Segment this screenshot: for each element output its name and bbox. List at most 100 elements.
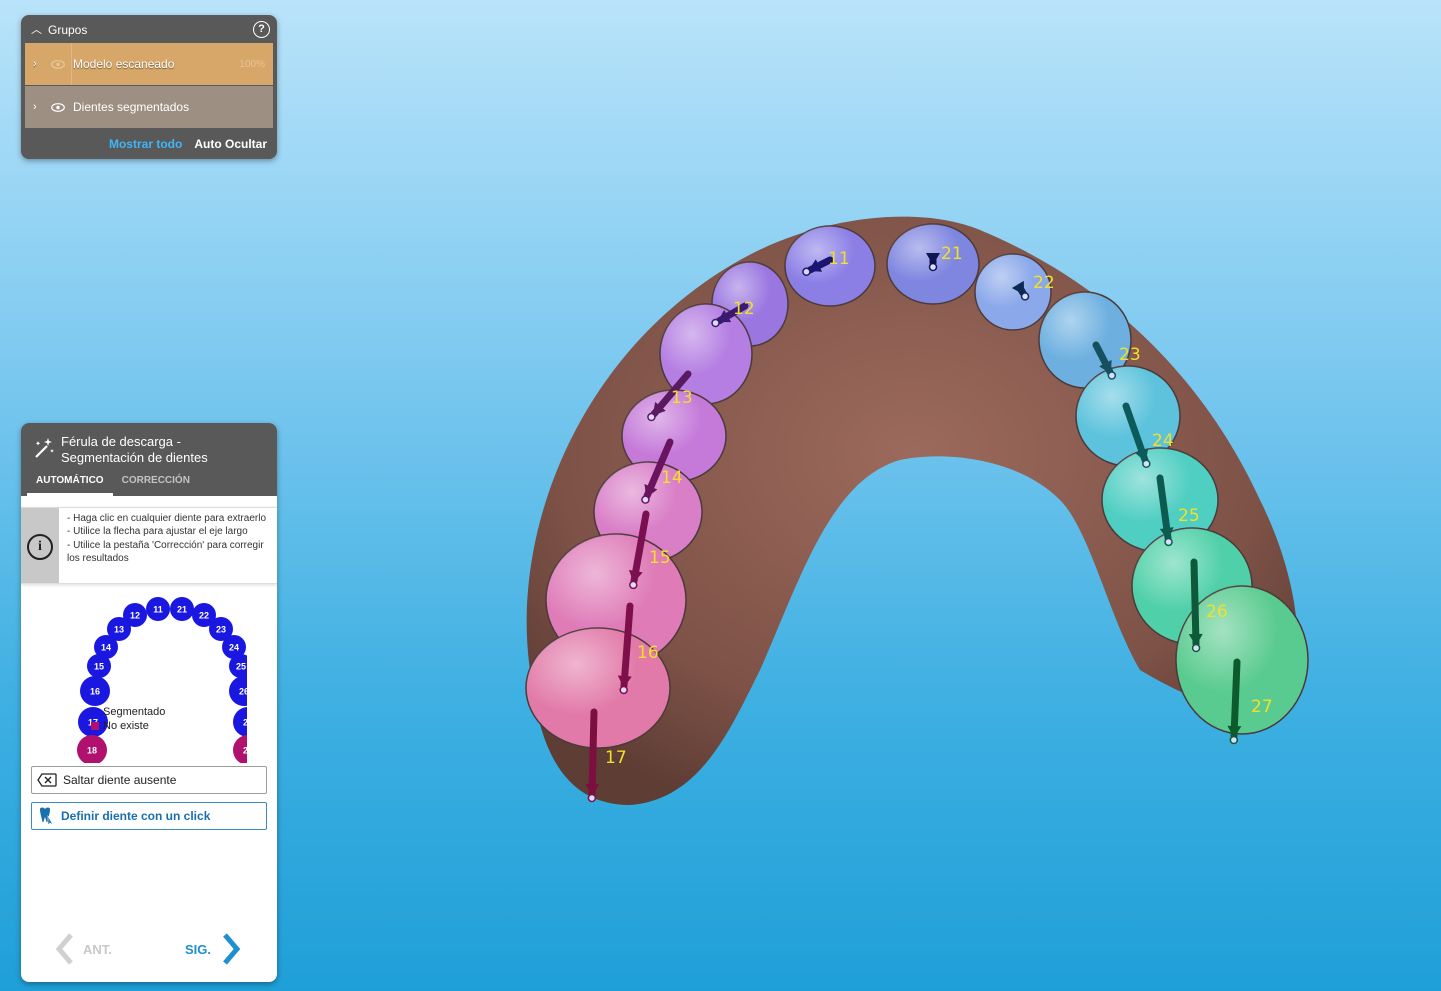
chart-tooth-21[interactable]: 21 [170, 597, 194, 621]
tooth-number-label: 25 [1178, 506, 1200, 526]
legend-label: Segmentado [103, 706, 166, 718]
chart-tooth-number: 23 [216, 624, 226, 634]
axis-handle[interactable] [587, 793, 597, 803]
chevron-up-icon[interactable]: ︿ [31, 21, 42, 37]
chart-tooth-number: 22 [199, 610, 209, 620]
info-line: - Utilice la pestaña 'Corrección' para c… [67, 539, 264, 564]
panel-title-line2: Segmentación de dientes [61, 450, 208, 465]
legend-label: No existe [103, 720, 149, 732]
chart-tooth-number: 26 [239, 686, 247, 696]
axis-handle[interactable] [802, 267, 811, 277]
chart-tooth-number: 11 [153, 604, 163, 614]
tooth-number-label: 27 [1251, 697, 1273, 717]
group-row-segmented-teeth[interactable]: › Dientes segmentados [25, 86, 273, 128]
chart-tooth-28[interactable]: 28 [233, 735, 247, 763]
axis-handle[interactable] [1020, 292, 1030, 301]
tooth-number-label: 24 [1152, 431, 1174, 451]
groups-header[interactable]: ︿ Grupos [21, 15, 277, 45]
chart-tooth-26[interactable]: 26 [229, 676, 247, 706]
legend-swatch-segmented [91, 708, 99, 716]
chart-tooth-number: 24 [229, 642, 239, 652]
groups-title: Grupos [48, 23, 88, 37]
chart-tooth-15[interactable]: 15 [87, 654, 111, 678]
chart-tooth-number: 25 [236, 661, 246, 671]
tooth-number-label: 23 [1119, 345, 1141, 365]
axis-handle[interactable] [1191, 643, 1201, 653]
chart-tooth-number: 12 [130, 610, 140, 620]
axis-handle[interactable] [641, 495, 650, 504]
chevron-left-icon [55, 933, 73, 965]
chart-tooth-16[interactable]: 16 [80, 676, 110, 706]
tooth-number-label: 26 [1206, 602, 1228, 622]
tooth-number-label: 21 [941, 244, 963, 264]
tooth-chart: 11211222132314241525162617271828 [77, 597, 247, 763]
opacity-value: 100% [239, 58, 265, 70]
tab-bar: AUTOMÁTICO CORRECCIÓN [27, 471, 199, 496]
define-tooth-one-click-button[interactable]: Definir diente con un click [31, 802, 267, 830]
chart-tooth-18[interactable]: 18 [77, 735, 107, 763]
help-icon[interactable]: ? [253, 21, 270, 38]
segmentation-panel: Férula de descarga - Segmentación de die… [21, 423, 277, 982]
axis-shaft [1230, 658, 1241, 740]
eye-icon[interactable] [51, 102, 65, 112]
axis-handle[interactable] [1142, 459, 1151, 469]
axis-handle[interactable] [629, 580, 638, 590]
previous-button[interactable]: ANT. [53, 933, 112, 965]
axis-handle[interactable] [711, 318, 720, 328]
chevron-right-icon[interactable]: › [33, 101, 45, 113]
legend-swatch-missing [91, 722, 99, 730]
tooth-number-label: 22 [1033, 273, 1055, 293]
chevron-right-icon[interactable]: › [33, 58, 45, 70]
tab-automatic[interactable]: AUTOMÁTICO [27, 471, 113, 496]
info-line: - Utilice la flecha para ajustar el eje … [67, 526, 248, 538]
tab-correction[interactable]: CORRECCIÓN [113, 471, 199, 493]
group-row-label: Modelo escaneado [73, 57, 175, 71]
axis-handle[interactable] [1229, 735, 1239, 745]
axis-handle[interactable] [1164, 537, 1173, 547]
previous-label: ANT. [83, 941, 112, 957]
chart-tooth-number: 14 [101, 642, 111, 652]
group-row-scanned-model[interactable]: › Modelo escaneado 100% [25, 43, 273, 85]
axis-handle[interactable] [647, 412, 656, 422]
tooth-click-icon [40, 807, 54, 826]
auto-hide-link[interactable]: Auto Ocultar [194, 137, 267, 151]
chevron-right-icon [223, 933, 241, 965]
tooth-number-label: 15 [649, 548, 671, 568]
segmentation-header: Férula de descarga - Segmentación de die… [21, 423, 277, 496]
chart-tooth-number: 28 [243, 745, 247, 755]
chart-tooth-number: 21 [177, 604, 187, 614]
delete-tooth-icon [37, 773, 57, 787]
group-row-label: Dientes segmentados [73, 100, 190, 114]
info-line: - Haga clic en cualquier diente para ext… [67, 513, 266, 524]
magic-wand-icon [35, 438, 54, 458]
skip-button-label: Saltar diente ausente [63, 773, 177, 787]
info-box: i - Haga clic en cualquier diente para e… [21, 507, 277, 584]
tooth-number-label: 12 [733, 299, 755, 319]
skip-missing-tooth-button[interactable]: Saltar diente ausente [31, 766, 267, 794]
axis-handle[interactable] [619, 685, 628, 695]
info-text: - Haga clic en cualquier diente para ext… [67, 512, 273, 565]
chart-tooth-27[interactable]: 27 [233, 707, 247, 737]
chart-tooth-number: 16 [90, 686, 100, 696]
show-all-link[interactable]: Mostrar todo [109, 137, 182, 151]
tooth-number-label: 11 [828, 249, 850, 269]
chart-tooth-number: 13 [114, 624, 124, 634]
tooth-number-label: 17 [605, 748, 627, 768]
tooth-number-label: 14 [661, 468, 683, 488]
legend-segmented: Segmentado [91, 706, 165, 718]
axis-shaft [1190, 558, 1200, 648]
axis-shaft [588, 708, 598, 798]
groups-panel: ︿ Grupos ? › Modelo escaneado 100% › Die… [21, 15, 277, 159]
legend-missing: No existe [91, 720, 149, 732]
panel-title-line1: Férula de descarga - [61, 434, 181, 449]
chart-tooth-number: 27 [243, 717, 247, 727]
axis-handle[interactable] [928, 262, 938, 272]
chart-tooth-11[interactable]: 11 [146, 597, 170, 621]
groups-footer: Mostrar todo Auto Ocultar [109, 137, 267, 151]
info-icon: i [27, 534, 53, 560]
tooth-number-label: 16 [637, 643, 659, 663]
next-button[interactable]: SIG. [185, 933, 243, 965]
eye-icon[interactable] [51, 59, 65, 69]
axis-handle[interactable] [1107, 371, 1117, 380]
dental-model-viewport[interactable]: 11 21 12 22 13 23 14 24 15 25 16 26 17 27 [500, 200, 1320, 820]
